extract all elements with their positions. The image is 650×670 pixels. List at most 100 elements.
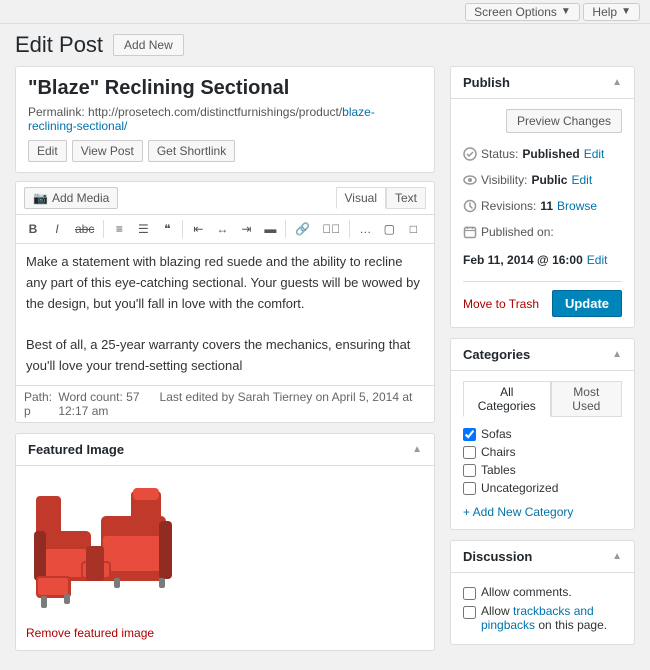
editor-box: 📷 Add Media Visual Text B I abc ≡ ☰ ❝ ⇤ … (15, 181, 435, 423)
discussion-content: Allow comments. Allow trackbacks and pin… (451, 573, 634, 644)
align-left-button[interactable]: ⇤ (187, 219, 209, 239)
editor-paragraph-1: Make a statement with blazing red suede … (26, 252, 424, 314)
view-post-button[interactable]: View Post (72, 140, 143, 162)
category-checkbox-uncategorized[interactable] (463, 482, 476, 495)
update-button[interactable]: Update (552, 290, 622, 317)
page-header: Edit Post Add New (0, 24, 650, 66)
publish-title: Publish (463, 75, 510, 90)
get-shortlink-button[interactable]: Get Shortlink (148, 140, 235, 162)
preview-changes-button[interactable]: Preview Changes (506, 109, 622, 133)
status-label: Status: (481, 142, 518, 166)
published-edit-link[interactable]: Edit (587, 248, 608, 272)
revisions-value: 11 (540, 194, 553, 218)
help-chevron-icon: ▼ (621, 6, 631, 17)
toggle-toolbar-button[interactable]: ▢ (378, 219, 400, 239)
move-to-trash-link[interactable]: Move to Trash (463, 297, 539, 311)
published-label: Published on: (481, 220, 554, 244)
discussion-list: Allow comments. Allow trackbacks and pin… (463, 583, 622, 634)
allow-comments-label: Allow comments. (481, 585, 572, 599)
align-right-button[interactable]: ⇥ (235, 219, 257, 239)
editor-view-tabs: Visual Text (336, 187, 426, 209)
categories-content: All Categories Most Used Sofas Chairs Ta… (451, 371, 634, 529)
editor-stats: Word count: 57 Last edited by Sarah Tier… (58, 390, 426, 418)
allow-trackbacks-checkbox[interactable] (463, 606, 476, 619)
align-center-button[interactable]: ↔ (211, 219, 233, 239)
permalink-label: Permalink: (28, 105, 85, 119)
status-icon (463, 147, 477, 161)
publish-actions: Move to Trash Update (463, 281, 622, 317)
add-media-button[interactable]: 📷 Add Media (24, 187, 118, 209)
publish-header: Publish ▲ (451, 67, 634, 99)
category-checkbox-tables[interactable] (463, 464, 476, 477)
add-new-button[interactable]: Add New (113, 34, 184, 56)
permalink-base: http://prosetech.com/distinctfurnishings… (88, 105, 342, 119)
all-categories-tab[interactable]: All Categories (463, 381, 551, 417)
publish-chevron-icon: ▲ (612, 77, 622, 88)
add-media-label: Add Media (52, 191, 109, 205)
visibility-value: Public (531, 168, 567, 192)
add-media-icon: 📷 (33, 191, 48, 205)
distraction-free-button[interactable]: □ (402, 219, 424, 239)
categories-tabs: All Categories Most Used (463, 381, 622, 417)
separator-1 (103, 220, 104, 238)
featured-image-title: Featured Image (28, 442, 124, 457)
revisions-icon (463, 199, 477, 213)
featured-image-chevron-icon: ▲ (412, 444, 422, 455)
featured-image-content: Remove featured image (16, 466, 434, 650)
allow-trackbacks-part1: Allow (481, 604, 513, 618)
revisions-label: Revisions: (481, 194, 536, 218)
category-checkbox-chairs[interactable] (463, 446, 476, 459)
strikethrough-button[interactable]: abc (70, 219, 99, 239)
unordered-list-button[interactable]: ≡ (108, 219, 130, 239)
category-item-uncategorized: Uncategorized (463, 479, 622, 497)
tab-text[interactable]: Text (386, 187, 426, 209)
featured-image-header[interactable]: Featured Image ▲ (16, 434, 434, 466)
bold-button[interactable]: B (22, 219, 44, 239)
editor-footer: Path: p Word count: 57 Last edited by Sa… (16, 385, 434, 422)
tab-visual[interactable]: Visual (336, 187, 386, 209)
top-bar: Screen Options ▼ Help ▼ (0, 0, 650, 24)
visibility-edit-link[interactable]: Edit (571, 168, 592, 192)
word-count: Word count: 57 (58, 390, 139, 404)
align-justify-button[interactable]: ▬ (259, 219, 281, 239)
help-button[interactable]: Help ▼ (583, 3, 640, 21)
permalink-row: Permalink: http://prosetech.com/distinct… (28, 105, 422, 133)
remove-featured-image-link[interactable]: Remove featured image (26, 626, 154, 640)
visibility-row: Visibility: Public Edit (463, 167, 622, 193)
editor-paragraph-2: Best of all, a 25-year warranty covers t… (26, 335, 424, 377)
allow-trackbacks-part2: on this page. (535, 618, 607, 632)
category-item-chairs: Chairs (463, 443, 622, 461)
sofa-image (26, 476, 186, 616)
most-used-tab[interactable]: Most Used (551, 381, 622, 417)
allow-comments-checkbox[interactable] (463, 587, 476, 600)
blockquote-button[interactable]: ❝ (156, 219, 178, 239)
featured-image-box: Featured Image ▲ (15, 433, 435, 651)
revisions-browse-link[interactable]: Browse (557, 194, 597, 218)
category-checkbox-sofas[interactable] (463, 428, 476, 441)
insert-more-button[interactable]: … (354, 219, 376, 239)
remove-link-button[interactable]: 🔗⃠ (317, 219, 345, 239)
post-title: "Blaze" Reclining Sectional (28, 77, 422, 100)
category-label-sofas: Sofas (481, 427, 512, 441)
discussion-title: Discussion (463, 549, 532, 564)
category-label-uncategorized: Uncategorized (481, 481, 558, 495)
add-new-category-link[interactable]: + Add New Category (463, 505, 622, 519)
publish-meta: Status: Published Edit Visibility: Publi… (463, 141, 622, 273)
categories-list: Sofas Chairs Tables Uncategorized (463, 425, 622, 497)
visibility-label: Visibility: (481, 168, 527, 192)
insert-link-button[interactable]: 🔗 (290, 219, 315, 239)
published-on-row: Published on: Feb 11, 2014 @ 16:00 Edit (463, 219, 622, 273)
separator-2 (182, 220, 183, 238)
editor-format-bar: B I abc ≡ ☰ ❝ ⇤ ↔ ⇥ ▬ 🔗 🔗⃠ … ▢ □ (16, 215, 434, 244)
category-label-chairs: Chairs (481, 445, 516, 459)
ordered-list-button[interactable]: ☰ (132, 219, 154, 239)
italic-button[interactable]: I (46, 219, 68, 239)
main-layout: "Blaze" Reclining Sectional Permalink: h… (0, 66, 650, 670)
right-column: Publish ▲ Preview Changes Status: Publis… (450, 66, 635, 655)
page-title: Edit Post (15, 32, 103, 58)
screen-options-button[interactable]: Screen Options ▼ (465, 3, 580, 21)
edit-post-button[interactable]: Edit (28, 140, 67, 162)
editor-content[interactable]: Make a statement with blazing red suede … (16, 244, 434, 385)
published-value: Feb 11, 2014 @ 16:00 (463, 248, 583, 272)
status-edit-link[interactable]: Edit (584, 142, 605, 166)
